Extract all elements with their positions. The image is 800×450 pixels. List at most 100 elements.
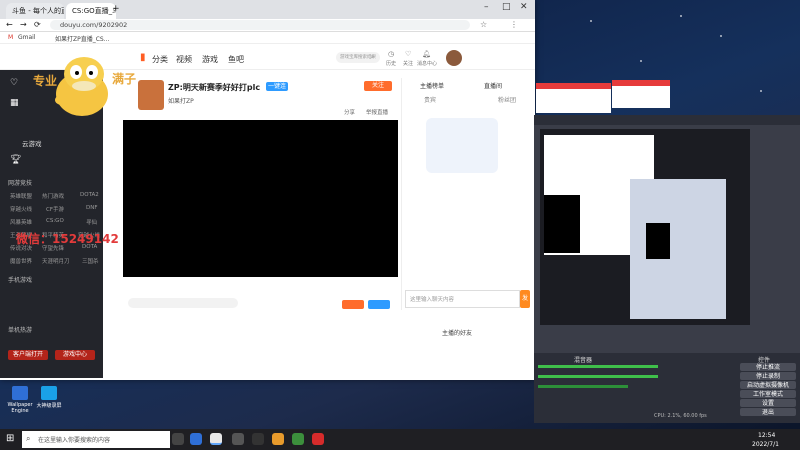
- url-text: douyu.com/9202902: [60, 21, 128, 29]
- chat-send-button[interactable]: 发送: [520, 290, 530, 320]
- recorder-icon: [41, 386, 57, 400]
- cat-item[interactable]: 寻仙: [86, 218, 97, 226]
- history-icon[interactable]: ◷: [388, 50, 394, 58]
- star-icon[interactable]: ☆: [480, 20, 487, 29]
- new-tab-icon[interactable]: +: [112, 4, 120, 14]
- nav-game[interactable]: 游戏: [202, 54, 218, 65]
- client-open-button[interactable]: 客户端打开: [8, 350, 48, 360]
- popup-window[interactable]: [612, 80, 670, 108]
- nav-video[interactable]: 视频: [176, 54, 192, 65]
- btn-label: 退出: [761, 409, 774, 416]
- tab-live-room[interactable]: 直播间: [484, 81, 502, 90]
- douyu-logo-icon[interactable]: ▮: [140, 52, 146, 63]
- preview-window: [630, 179, 726, 319]
- audio-meter: [538, 365, 658, 368]
- app-icon[interactable]: [190, 433, 202, 445]
- btn-label: 游戏中心: [62, 351, 87, 358]
- obs-preview[interactable]: [540, 129, 750, 325]
- report-link[interactable]: 举报直播: [366, 108, 388, 116]
- game-center-button[interactable]: 游戏中心: [55, 350, 95, 360]
- video-player[interactable]: [123, 120, 398, 277]
- app-icon[interactable]: [292, 433, 304, 445]
- btn-label: 启动虚拟摄像机: [746, 382, 789, 389]
- chrome-icon[interactable]: [210, 433, 222, 445]
- cat-item[interactable]: 穿越火线: [10, 205, 32, 213]
- cat-item[interactable]: DNF: [86, 205, 98, 211]
- btn-label: 设置: [761, 400, 774, 407]
- close-icon[interactable]: ✕: [520, 2, 528, 12]
- streamer-avatar[interactable]: [138, 80, 164, 110]
- browser-window: 斗鱼 - 每个人的直播 CS:GO直播_斗鱼直播 + – □ ✕ ← → ⟳ d…: [0, 0, 535, 380]
- clock-date: 2022/7/1: [752, 441, 779, 448]
- bookmark-gmail[interactable]: Gmail: [18, 34, 36, 41]
- explorer-icon[interactable]: [272, 433, 284, 445]
- cat-item[interactable]: 风暴英雄: [10, 218, 32, 226]
- search-icon[interactable]: ⌕: [370, 53, 374, 62]
- cat-item[interactable]: 天涯明月刀: [42, 257, 70, 265]
- tab-douyu[interactable]: 斗鱼 - 每个人的直播: [6, 3, 64, 19]
- heart-icon[interactable]: ♡: [405, 50, 411, 58]
- streamer-name[interactable]: 如果打ZP: [168, 96, 194, 105]
- follow-button[interactable]: 关注: [364, 81, 392, 91]
- messages-label: 消息中心: [417, 61, 438, 67]
- cat-item[interactable]: 英雄联盟: [10, 192, 32, 200]
- app-icon[interactable]: [312, 433, 324, 445]
- cat-item[interactable]: 魔兽世界: [10, 257, 32, 265]
- app-icon[interactable]: [232, 433, 244, 445]
- watermark-phone-text: 微信：15249142: [16, 232, 119, 246]
- cat-item[interactable]: CF手游: [46, 205, 64, 213]
- danmaku-input[interactable]: [128, 298, 238, 308]
- btn-label: 停止录制: [755, 373, 780, 380]
- taskbar-search-input[interactable]: ⌕ 在这里输入你要搜索的内容: [22, 431, 170, 448]
- tab-anchor-rank[interactable]: 主播榜单: [420, 81, 444, 90]
- cat-item[interactable]: DOTA2: [80, 192, 99, 198]
- reload-icon[interactable]: ⟳: [34, 20, 41, 29]
- minimize-icon[interactable]: –: [484, 2, 489, 12]
- bookmark-douyu[interactable]: 如果打ZP直播_CS...: [55, 34, 109, 43]
- popup-window[interactable]: [536, 83, 611, 113]
- settings-button[interactable]: 设置: [740, 399, 796, 407]
- obs-dock: 混音器 控件 停止推流 停止录制 启动虚拟摄像机 工作室模式 设置 退出 CPU…: [534, 353, 800, 423]
- room-title: ZP:明天新赛季好好打plc: [168, 83, 261, 92]
- url-field[interactable]: douyu.com/9202902: [50, 20, 470, 30]
- cat-item[interactable]: CS:GO: [46, 218, 64, 224]
- grid-icon[interactable]: ▦: [10, 98, 19, 108]
- quick-connect-button[interactable]: 一键连: [266, 82, 288, 91]
- avatar[interactable]: [446, 50, 462, 66]
- section-single-games[interactable]: 单机热游: [8, 325, 32, 334]
- cloud-game-title[interactable]: 云游戏: [22, 138, 42, 148]
- stop-record-button[interactable]: 停止录制: [740, 372, 796, 380]
- streamer-friends-title: 主播的好友: [442, 330, 473, 337]
- nav-yuba[interactable]: 鱼吧: [228, 54, 244, 65]
- cat-item[interactable]: 热门游戏: [42, 192, 64, 200]
- obs-titlebar: [534, 115, 800, 125]
- exit-button[interactable]: 退出: [740, 408, 796, 416]
- chat-input[interactable]: 这里输入聊天内容: [405, 290, 520, 308]
- section-mobile-games[interactable]: 手机游戏: [8, 275, 32, 284]
- tab-csgo[interactable]: CS:GO直播_斗鱼直播: [66, 3, 116, 19]
- watermark-left-text: 专业: [33, 74, 58, 88]
- obs-icon[interactable]: [252, 433, 264, 445]
- stop-stream-button[interactable]: 停止推流: [740, 363, 796, 371]
- nav-category[interactable]: 分类: [152, 54, 168, 65]
- tab-vip[interactable]: 贵宾: [424, 95, 436, 104]
- section-pc-games[interactable]: 网游竞技: [8, 178, 32, 187]
- cat-item[interactable]: 三国杀: [82, 257, 99, 265]
- share-link[interactable]: 分享: [344, 108, 355, 116]
- heart-icon[interactable]: ♡: [10, 78, 18, 88]
- btn-label: 停止推流: [755, 364, 780, 371]
- task-view-icon[interactable]: [172, 433, 184, 445]
- back-icon[interactable]: ←: [6, 20, 13, 29]
- empty-chat-illustration: [426, 118, 498, 173]
- virtual-cam-button[interactable]: 启动虚拟摄像机: [740, 381, 796, 389]
- tab-fans[interactable]: 粉丝团: [498, 95, 516, 104]
- send-gift-button[interactable]: [342, 300, 364, 309]
- windows-start-icon[interactable]: ⊞: [6, 433, 14, 444]
- forward-icon[interactable]: →: [20, 20, 27, 29]
- studio-mode-button[interactable]: 工作室模式: [740, 390, 796, 398]
- desktop-icon-recorder[interactable]: 大神级录屏: [32, 386, 66, 426]
- bell-icon[interactable]: 🔔︎: [422, 50, 431, 58]
- menu-icon[interactable]: ⋮: [510, 20, 518, 29]
- send-danmaku-button[interactable]: [368, 300, 390, 309]
- maximize-icon[interactable]: □: [502, 2, 511, 12]
